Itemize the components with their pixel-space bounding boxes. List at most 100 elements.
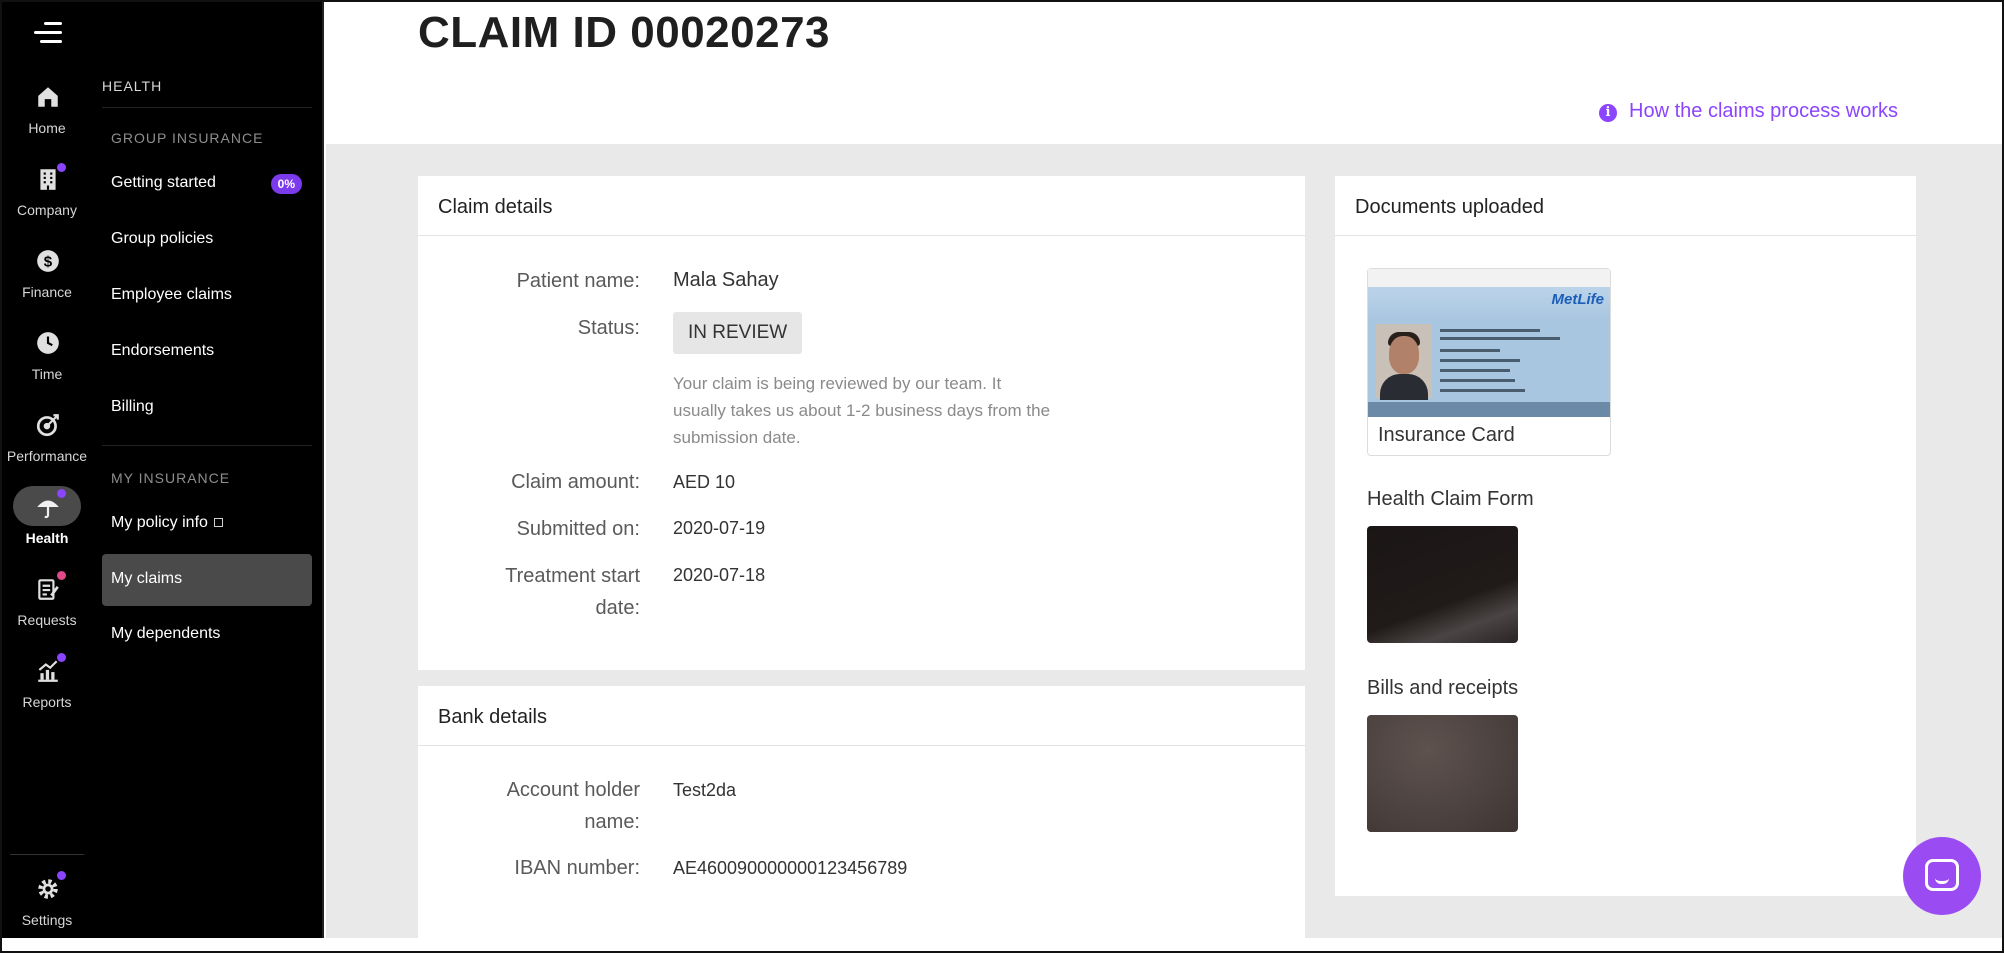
chat-launcher-button[interactable] [1903, 837, 1981, 915]
rail-item-performance[interactable]: Performance [2, 406, 92, 482]
rail-item-home[interactable]: Home [2, 78, 92, 154]
rail-label: Performance [6, 448, 88, 464]
rail-label: Time [31, 366, 63, 382]
photo-face [1389, 336, 1419, 374]
card-header: Bank details [418, 686, 1305, 746]
nav-label: Getting started [111, 174, 216, 191]
card-text-line [1440, 379, 1515, 382]
claim-details-card: Claim details Patient name: Mala Sahay S… [418, 176, 1305, 670]
nav-label: My claims [111, 570, 183, 587]
nav-item-employee-claims[interactable]: Employee claims [102, 270, 312, 322]
status-label: Status: [577, 317, 640, 339]
external-link-icon [213, 518, 223, 527]
rail-item-finance[interactable]: $ Finance [2, 242, 92, 318]
documents-card: Documents uploaded MetLife Insurance Car… [1335, 176, 1916, 896]
svg-text:$: $ [44, 253, 53, 270]
submitted-on-value: 2020-07-19 [673, 518, 766, 538]
iban-value: AE460090000000123456789 [673, 858, 908, 878]
help-link-label: How the claims process works [1629, 100, 1898, 122]
iban-label: IBAN number: [514, 857, 640, 879]
clipboard-icon [38, 579, 59, 600]
rail-label: Health [25, 530, 69, 546]
nav-item-group-policies[interactable]: Group policies [102, 214, 312, 266]
bank-details-card: Bank details Account holder name: Test2d… [418, 686, 1305, 938]
claims-process-help-link[interactable]: i How the claims process works [1599, 100, 1898, 123]
patient-name-label: Patient name: [516, 270, 640, 292]
card-footer-band [1368, 402, 1610, 417]
health-claim-form-thumbnail[interactable] [1367, 526, 1518, 643]
dollar-icon: $ [37, 250, 59, 272]
subnav-section-title: HEALTH [102, 78, 163, 94]
rail-label: Requests [17, 612, 77, 628]
metlife-logo: MetLife [1551, 291, 1605, 308]
status-description: Your claim is being reviewed by our team… [673, 374, 1051, 447]
notification-dot [57, 571, 66, 580]
notification-dot [57, 653, 66, 662]
insurance-card-thumbnail: MetLife [1368, 269, 1610, 417]
rail-item-health[interactable]: Health [2, 486, 92, 564]
account-holder-label: Account holder name: [506, 779, 640, 833]
rail-label: Reports [22, 694, 72, 710]
card-text-line [1440, 369, 1510, 372]
claim-amount-label: Claim amount: [511, 471, 640, 493]
icon-rail: Home Company $ Finance Time Performance … [2, 2, 92, 938]
target-icon [36, 414, 59, 437]
rail-divider [10, 854, 84, 855]
chart-icon [38, 660, 58, 682]
page-header: CLAIM ID 00020273 i How the claims proces… [326, 2, 2002, 144]
nav-label: My dependents [111, 625, 221, 642]
info-icon: i [1599, 104, 1618, 122]
group-insurance-title: GROUP INSURANCE [111, 130, 264, 146]
home-icon [38, 87, 58, 107]
status-badge: IN REVIEW [673, 312, 803, 354]
account-holder-value: Test2da [673, 780, 737, 800]
id-photo [1376, 324, 1432, 400]
card-scan-edge [1368, 269, 1610, 287]
menu-logo-icon[interactable] [32, 22, 62, 46]
nav-item-getting-started[interactable]: Getting started 0% [102, 158, 312, 210]
rail-label: Home [28, 120, 66, 136]
my-insurance-title: MY INSURANCE [111, 470, 231, 486]
card-title: Bank details [438, 706, 547, 728]
documents-body: MetLife Insurance Card Health Claim Form… [1335, 236, 1916, 896]
rail-label: Settings [21, 912, 73, 928]
nav-item-my-dependents[interactable]: My dependents [102, 609, 312, 661]
treatment-start-value: 2020-07-18 [673, 565, 766, 585]
chat-icon [1925, 859, 1959, 891]
nav-label: My policy info [111, 514, 208, 531]
rail-item-reports[interactable]: Reports [2, 652, 92, 728]
divider [102, 107, 312, 108]
submitted-on-label: Submitted on: [516, 518, 640, 540]
rail-item-requests[interactable]: Requests [2, 570, 92, 646]
clock-icon [37, 332, 59, 354]
card-text-line [1440, 389, 1525, 392]
nav-label-wrap: My policy info [111, 514, 223, 532]
patient-name-value: Mala Sahay [673, 269, 779, 291]
rail-item-time[interactable]: Time [2, 324, 92, 400]
progress-badge: 0% [270, 174, 302, 194]
nav-label: Billing [111, 398, 154, 415]
bills-receipts-thumbnail[interactable] [1367, 715, 1518, 832]
notification-dot [57, 163, 66, 172]
nav-item-my-claims[interactable]: My claims [102, 554, 312, 606]
nav-item-endorsements[interactable]: Endorsements [102, 326, 312, 378]
insurance-card-document[interactable]: MetLife Insurance Card [1367, 268, 1611, 456]
page-title: CLAIM ID 00020273 [418, 8, 831, 57]
nav-label: Endorsements [111, 342, 215, 359]
rail-label: Company [17, 202, 77, 218]
nav-item-billing[interactable]: Billing [102, 382, 312, 434]
rail-item-settings[interactable]: Settings [2, 870, 92, 946]
card-header: Documents uploaded [1335, 176, 1916, 236]
nav-label: Employee claims [111, 286, 232, 303]
health-claim-form-label: Health Claim Form [1367, 488, 1534, 510]
notification-dot [57, 489, 66, 498]
nav-label: Group policies [111, 230, 214, 247]
photo-shoulders [1380, 374, 1428, 400]
card-text-line [1440, 359, 1520, 362]
nav-item-my-policy-info[interactable]: My policy info [102, 498, 312, 550]
health-subnav: HEALTH GROUP INSURANCE Getting started 0… [92, 2, 322, 938]
rail-item-company[interactable]: Company [2, 160, 92, 236]
chat-smile [1935, 878, 1949, 884]
card-header: Claim details [418, 176, 1305, 236]
health-umbrella-icon [37, 500, 59, 519]
